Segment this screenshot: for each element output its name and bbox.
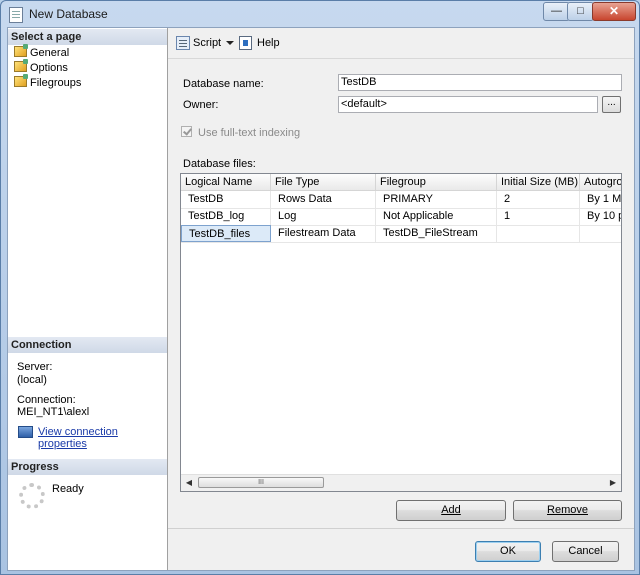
script-icon[interactable] <box>176 36 190 50</box>
ok-button[interactable]: OK <box>475 541 541 562</box>
column-header-initial-size[interactable]: Initial Size (MB) <box>497 174 580 190</box>
left-pane: Select a page General Options Filegroups… <box>8 28 168 570</box>
database-name-label: Database name: <box>183 78 264 90</box>
cell-filegroup[interactable]: Not Applicable <box>376 208 497 225</box>
column-header-filegroup[interactable]: Filegroup <box>376 174 497 190</box>
close-button[interactable]: ✕ <box>592 2 636 21</box>
database-files-label: Database files: <box>183 158 256 170</box>
bottom-separator <box>168 528 634 529</box>
help-icon[interactable] <box>239 36 252 50</box>
cell-logical-name[interactable]: TestDB_log <box>181 208 271 225</box>
right-pane: Script Help Database name: TestDB Owner:… <box>168 28 634 570</box>
connection-properties-icon <box>18 426 33 438</box>
connection-header: Connection <box>8 337 167 353</box>
remove-button-label: Remove <box>547 504 588 516</box>
cell-file-type[interactable]: Rows Data <box>271 191 376 208</box>
cancel-button[interactable]: Cancel <box>552 541 619 562</box>
owner-label: Owner: <box>183 99 219 111</box>
remove-button[interactable]: Remove <box>513 500 622 521</box>
page-item-general[interactable]: General <box>14 44 70 60</box>
page-item-filegroups[interactable]: Filegroups <box>14 74 82 90</box>
page-item-label: General <box>30 47 70 59</box>
cell-filegroup[interactable]: PRIMARY <box>376 191 497 208</box>
cell-autogrowth[interactable]: By 1 MB <box>580 191 621 208</box>
owner-input[interactable]: <default> <box>338 96 598 113</box>
chevron-down-icon[interactable] <box>226 41 234 45</box>
table-row[interactable]: TestDB Rows Data PRIMARY 2 By 1 MB <box>181 191 621 209</box>
title-bar[interactable]: New Database — □ ✕ <box>1 1 639 27</box>
fulltext-indexing-label: Use full-text indexing <box>198 127 301 139</box>
database-name-input[interactable]: TestDB <box>338 74 622 91</box>
add-button[interactable]: Add <box>396 500 506 521</box>
page-icon <box>14 59 28 72</box>
server-label: Server: <box>17 361 53 373</box>
dialog-client: Select a page General Options Filegroups… <box>7 27 635 571</box>
minimize-button[interactable]: — <box>543 2 570 21</box>
page-item-label: Options <box>30 62 68 74</box>
database-files-grid[interactable]: Logical Name File Type Filegroup Initial… <box>180 173 622 492</box>
page-item-options[interactable]: Options <box>14 59 68 75</box>
script-button[interactable]: Script <box>193 37 221 49</box>
dialog-window: New Database — □ ✕ Select a page General… <box>0 0 640 575</box>
column-header-logical-name[interactable]: Logical Name <box>181 174 271 190</box>
connection-value: MEI_NT1\alexl <box>17 406 90 418</box>
table-row[interactable]: TestDB_files Filestream Data TestDB_File… <box>181 225 621 243</box>
cell-initial-size[interactable]: 2 <box>497 191 580 208</box>
connection-label: Connection: <box>17 394 76 406</box>
database-document-icon <box>9 7 23 23</box>
page-icon <box>14 74 28 87</box>
owner-browse-button[interactable]: ... <box>602 96 621 113</box>
toolbar: Script Help <box>168 28 634 59</box>
page-item-label: Filegroups <box>30 77 82 89</box>
column-header-autogrowth[interactable]: Autogrowth <box>580 174 621 190</box>
cell-filegroup[interactable]: TestDB_FileStream <box>376 225 497 242</box>
cell-initial-size[interactable] <box>497 225 580 242</box>
column-header-file-type[interactable]: File Type <box>271 174 376 190</box>
select-page-header: Select a page <box>8 29 167 45</box>
add-button-label: Add <box>441 504 461 516</box>
server-value: (local) <box>17 374 47 386</box>
scrollbar-thumb[interactable]: III <box>198 477 324 488</box>
grid-header: Logical Name File Type Filegroup Initial… <box>181 174 621 191</box>
cell-logical-name[interactable]: TestDB <box>181 191 271 208</box>
help-button[interactable]: Help <box>257 37 280 49</box>
page-icon <box>14 44 28 57</box>
cell-autogrowth[interactable] <box>580 225 621 242</box>
progress-spinner-icon <box>19 483 45 509</box>
scroll-right-icon[interactable]: ▶ <box>605 475 621 491</box>
progress-status: Ready <box>52 483 84 495</box>
cell-autogrowth[interactable]: By 10 pe <box>580 208 621 225</box>
fulltext-indexing-checkbox[interactable] <box>181 126 192 137</box>
horizontal-scrollbar[interactable]: ◀ III ▶ <box>181 474 621 491</box>
table-row[interactable]: TestDB_log Log Not Applicable 1 By 10 pe <box>181 208 621 226</box>
progress-header: Progress <box>8 459 167 475</box>
scroll-left-icon[interactable]: ◀ <box>181 475 197 491</box>
window-title: New Database <box>29 7 108 21</box>
cell-initial-size[interactable]: 1 <box>497 208 580 225</box>
cell-file-type[interactable]: Filestream Data <box>271 225 376 242</box>
view-connection-properties-link[interactable]: View connection properties <box>38 426 167 450</box>
maximize-button[interactable]: □ <box>567 2 594 21</box>
cell-logical-name[interactable]: TestDB_files <box>181 225 271 242</box>
cell-file-type[interactable]: Log <box>271 208 376 225</box>
